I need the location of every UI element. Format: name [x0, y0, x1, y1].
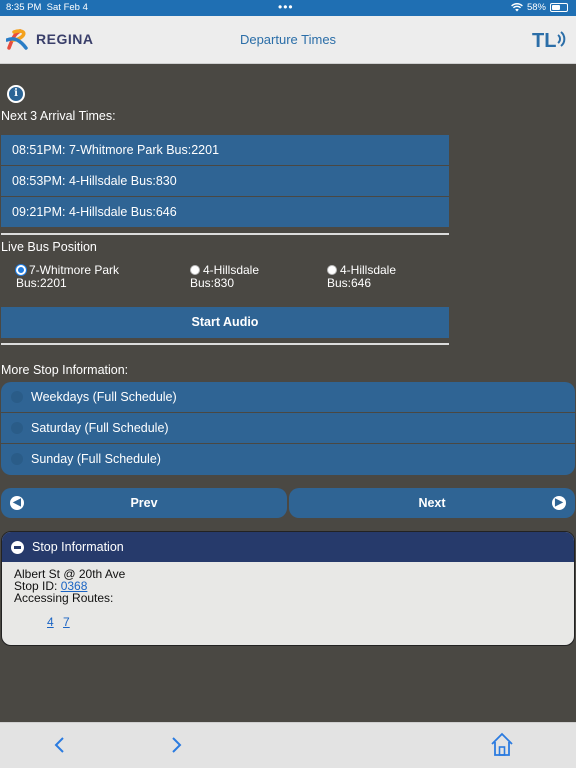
schedule-list: Weekdays (Full Schedule) Saturday (Full …	[1, 382, 575, 475]
schedule-sunday[interactable]: Sunday (Full Schedule)	[1, 444, 575, 475]
arrival-list: 08:51PM: 7-Whitmore Park Bus:2201 08:53P…	[1, 135, 449, 228]
schedule-saturday[interactable]: Saturday (Full Schedule)	[1, 413, 575, 444]
radio-unselected[interactable]	[190, 265, 200, 275]
status-bar: 8:35 PM Sat Feb 4 ••• 58%	[0, 0, 576, 16]
svg-text:TL: TL	[532, 30, 556, 51]
radio-unselected[interactable]	[327, 265, 337, 275]
schedule-label: Saturday (Full Schedule)	[31, 421, 169, 435]
bus-route: 7-Whitmore Park	[29, 263, 120, 277]
prev-label: Prev	[130, 496, 158, 510]
next-label: Next	[418, 496, 446, 510]
chevron-right-icon[interactable]	[165, 733, 189, 757]
bus-route: 4-Hillsdale	[340, 263, 397, 277]
bullet-icon	[11, 453, 23, 465]
collapse-minus-icon[interactable]	[11, 541, 24, 554]
arrow-left-icon: ◀	[10, 496, 24, 510]
arrival-item[interactable]: 08:51PM: 7-Whitmore Park Bus:2201	[1, 135, 449, 166]
prev-button[interactable]: ◀ Prev	[1, 488, 287, 518]
battery-percent: 58%	[526, 2, 546, 13]
home-icon[interactable]	[489, 731, 515, 757]
bus-option-830[interactable]: 4-Hillsdale Bus:830	[190, 264, 259, 290]
info-icon[interactable]: i	[7, 85, 25, 103]
arrival-item[interactable]: 08:53PM: 4-Hillsdale Bus:830	[1, 166, 449, 197]
arrow-right-icon: ▶	[552, 496, 566, 510]
route-link[interactable]: 7	[63, 615, 70, 629]
arrival-item[interactable]: 09:21PM: 4-Hillsdale Bus:646	[1, 197, 449, 228]
stop-info-panel: Stop Information Albert St @ 20th Ave St…	[1, 531, 575, 646]
bullet-icon	[11, 391, 23, 403]
bullet-icon	[11, 422, 23, 434]
radio-selected[interactable]	[16, 265, 26, 275]
status-right: 58%	[511, 2, 568, 13]
page-title: Departure Times	[239, 32, 337, 47]
bus-number: Bus:646	[327, 276, 372, 290]
bottom-toolbar	[0, 722, 576, 768]
divider	[1, 233, 449, 235]
stop-info-body: Albert St @ 20th Ave Stop ID: 0368 Acces…	[2, 562, 574, 634]
transit-live-logo-icon: TL	[532, 30, 566, 51]
battery-icon	[550, 3, 568, 12]
stop-info-header[interactable]: Stop Information	[2, 532, 574, 562]
arrivals-label: Next 3 Arrival Times:	[1, 109, 116, 123]
chevron-left-icon[interactable]	[47, 733, 71, 757]
schedule-label: Sunday (Full Schedule)	[31, 452, 161, 466]
next-button[interactable]: Next ▶	[289, 488, 575, 518]
bus-route: 4-Hillsdale	[203, 263, 260, 277]
bus-number: Bus:830	[190, 276, 235, 290]
multitasking-dots-icon[interactable]: •••	[278, 0, 294, 14]
schedule-label: Weekdays (Full Schedule)	[31, 390, 177, 404]
divider	[1, 343, 449, 345]
schedule-weekdays[interactable]: Weekdays (Full Schedule)	[1, 382, 575, 413]
routes-list: 4 7	[14, 616, 562, 628]
route-link[interactable]: 4	[47, 615, 54, 629]
stop-address: Albert St @ 20th Ave	[14, 567, 126, 581]
battery-fill	[552, 5, 560, 10]
start-audio-button[interactable]: Start Audio	[1, 307, 449, 338]
bus-option-646[interactable]: 4-Hillsdale Bus:646	[327, 264, 396, 290]
routes-label: Accessing Routes:	[14, 591, 114, 605]
bus-option-2201[interactable]: 7-Whitmore Park Bus:2201	[16, 264, 119, 290]
more-info-label: More Stop Information:	[1, 363, 129, 377]
wifi-icon	[511, 3, 523, 12]
status-time: 8:35 PM Sat Feb 4	[6, 2, 88, 13]
live-position-label: Live Bus Position	[1, 240, 97, 254]
bus-number: Bus:2201	[16, 276, 67, 290]
app-header: REGINA Departure Times TL	[0, 16, 576, 64]
stop-info-title: Stop Information	[32, 540, 124, 554]
